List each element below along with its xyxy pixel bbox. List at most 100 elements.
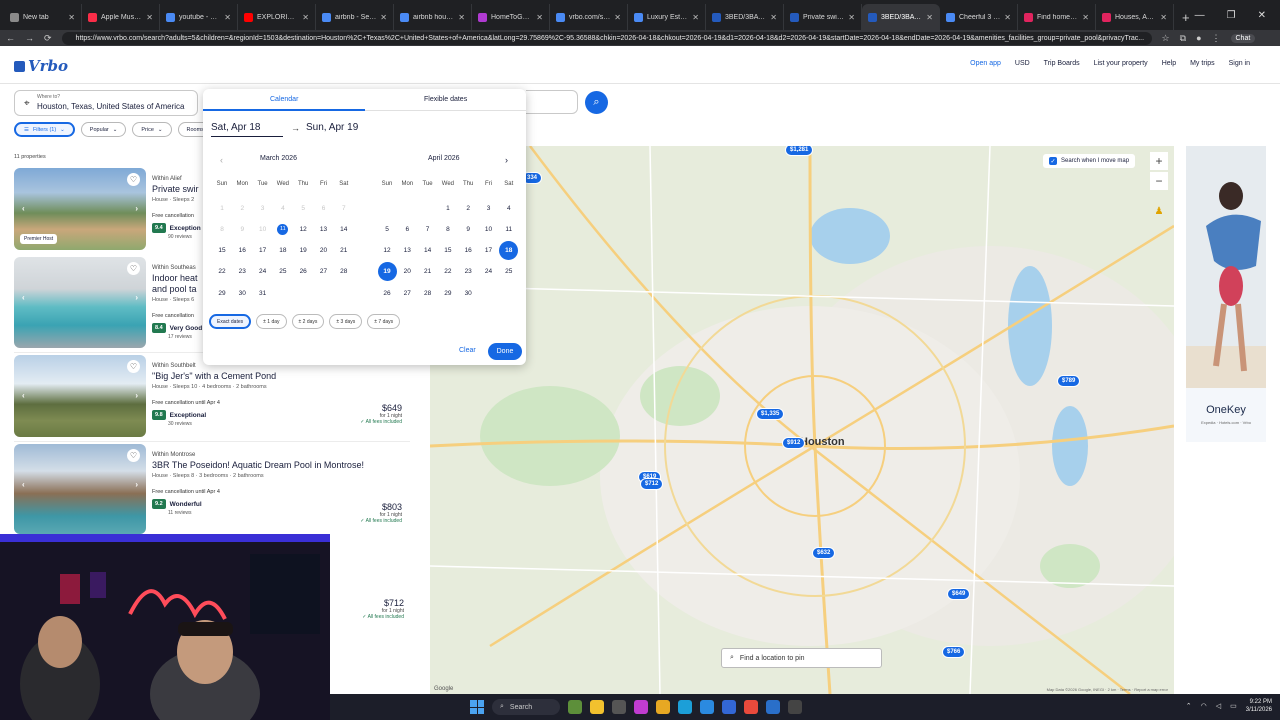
chevron-left-icon[interactable]: ‹ [22,391,25,400]
sort-popular-button[interactable]: Popular ⌄ [80,122,127,137]
windows-start-icon[interactable] [470,700,484,714]
heart-icon[interactable]: ♡ [127,262,140,275]
travelers-field[interactable] [526,90,578,114]
browser-tab[interactable]: airbnb - Search ✕ [316,4,394,30]
folder-icon[interactable] [656,700,670,714]
flex-option-3-days[interactable]: ± 3 days [329,314,363,329]
flex-option-exact[interactable]: Exact dates [209,314,252,329]
map-price-marker[interactable]: $712 [640,478,664,490]
close-tab-icon[interactable]: ✕ [692,13,699,22]
widgets-icon[interactable] [568,700,582,714]
calendar-day[interactable]: 30 [458,283,478,303]
map-price-marker[interactable]: $1,335 [756,408,785,420]
calendar-day[interactable]: 3 [479,198,499,218]
heart-icon[interactable]: ♡ [127,173,140,186]
calendar-day[interactable]: 9 [458,219,478,239]
tab-flexible-dates[interactable]: Flexible dates [424,96,467,103]
chrome-icon[interactable] [744,700,758,714]
calendar-day[interactable]: 25 [273,262,293,282]
destination-field[interactable]: ⌖ Where to? Houston, Texas, United State… [14,90,198,116]
calendar-day[interactable]: 13 [314,219,334,239]
street-view-pegman-icon[interactable]: ♟ [1152,202,1166,220]
calendar-day[interactable]: 16 [458,241,478,261]
calendar-day[interactable]: 12 [377,241,397,261]
currency-selector[interactable]: USD [1015,60,1030,67]
close-tab-icon[interactable]: ✕ [614,13,621,22]
calendar-day[interactable]: 12 [293,219,313,239]
calendar-day[interactable]: 2 [458,198,478,218]
vrbo-logo[interactable]: Vrbo [14,57,68,75]
done-button[interactable]: Done [488,343,522,360]
back-icon[interactable]: ← [6,33,15,43]
close-tab-icon[interactable]: ✕ [224,13,231,22]
browser-tab[interactable]: Cheerful 3 bedro✕ [940,4,1018,30]
map-price-marker[interactable]: $766 [942,646,966,658]
calendar-day[interactable]: 14 [418,241,438,261]
wifi-icon[interactable]: ◠ [1201,702,1207,710]
calendar-day[interactable]: 15 [212,241,232,261]
calendar-day[interactable]: 24 [253,262,273,282]
calendar-day[interactable]: 7 [418,219,438,239]
calendar-day[interactable]: 23 [458,262,478,282]
heart-icon[interactable]: ♡ [127,449,140,462]
calendar-day[interactable]: 26 [293,262,313,282]
help-link[interactable]: Help [1162,60,1176,67]
zoom-in-button[interactable]: + [1150,152,1168,170]
browser-tab[interactable]: Luxury Estate with✕ [628,4,706,30]
listing-photo[interactable]: ♡ ‹ › [14,355,146,437]
chevron-up-icon[interactable]: ⌃ [1186,702,1192,710]
calendar-day[interactable]: 20 [314,241,334,261]
calendar-day[interactable]: 8 [438,219,458,239]
flex-option-1-day[interactable]: ± 1 day [256,314,287,329]
advertisement[interactable]: OneKey Expedia · Hotels.com · Vrbo [1186,146,1266,442]
listing-title[interactable]: 3BR The Poseidon! Aquatic Dream Pool in … [152,460,410,471]
bookmark-star-icon[interactable]: ☆ [1162,33,1170,44]
volume-icon[interactable]: ◁ [1216,702,1221,710]
calendar-day[interactable]: 22 [212,262,232,282]
close-tab-icon[interactable]: ✕ [302,13,309,22]
map-price-marker[interactable]: $632 [812,547,836,559]
search-button[interactable]: ⌕ [585,91,608,114]
close-tab-icon[interactable]: ✕ [770,13,777,22]
calendar-day[interactable]: 23 [232,262,252,282]
map-price-marker[interactable]: $789 [1057,375,1081,387]
close-tab-icon[interactable]: ✕ [926,13,933,22]
taskbar-search[interactable]: ⌕ Search [492,699,560,715]
calendar-day-today[interactable]: 11 [273,219,293,239]
mail-icon[interactable] [722,700,736,714]
store-icon[interactable] [700,700,714,714]
close-tab-icon[interactable]: ✕ [1004,13,1011,22]
calendar-day[interactable]: 18 [273,241,293,261]
close-window-icon[interactable]: ✕ [1258,10,1266,21]
previous-month-icon[interactable]: ‹ [220,155,223,165]
calendar-day[interactable]: 19 [293,241,313,261]
calendar-day[interactable]: 4 [499,198,519,218]
calendar-day[interactable]: 17 [253,241,273,261]
map-price-marker[interactable]: $1,281 [785,146,814,156]
chevron-right-icon[interactable]: › [135,293,138,302]
chat-button[interactable]: Chat [1230,33,1256,43]
calendar-day-selected[interactable]: 19 [377,262,397,282]
calendar-day[interactable]: 11 [499,219,519,239]
calendar-day[interactable]: 21 [418,262,438,282]
my-trips-link[interactable]: My trips [1190,60,1215,67]
chevron-left-icon[interactable]: ‹ [22,293,25,302]
calendar-day[interactable]: 17 [479,241,499,261]
close-tab-icon[interactable]: ✕ [146,13,153,22]
calendar-day[interactable]: 28 [418,283,438,303]
map-price-marker[interactable]: $912 [782,437,806,449]
calendar-day[interactable]: 1 [438,198,458,218]
tab-calendar[interactable]: Calendar [270,96,298,103]
close-tab-icon[interactable]: ✕ [1082,13,1089,22]
browser-tab[interactable]: airbnb houston te ✕ [394,4,472,30]
calendar-day-selected[interactable]: 18 [499,241,519,261]
calendar-day[interactable]: 20 [397,262,417,282]
flex-option-2-days[interactable]: ± 2 days [291,314,325,329]
browser-tab[interactable]: New tab ✕ [4,4,82,30]
map-price-marker[interactable]: $649 [947,588,971,600]
file-explorer-icon[interactable] [590,700,604,714]
menu-icon[interactable]: ⋮ [1212,33,1221,44]
calendar-day[interactable]: 10 [479,219,499,239]
close-tab-icon[interactable]: ✕ [848,13,855,22]
close-tab-icon[interactable]: ✕ [68,13,75,22]
